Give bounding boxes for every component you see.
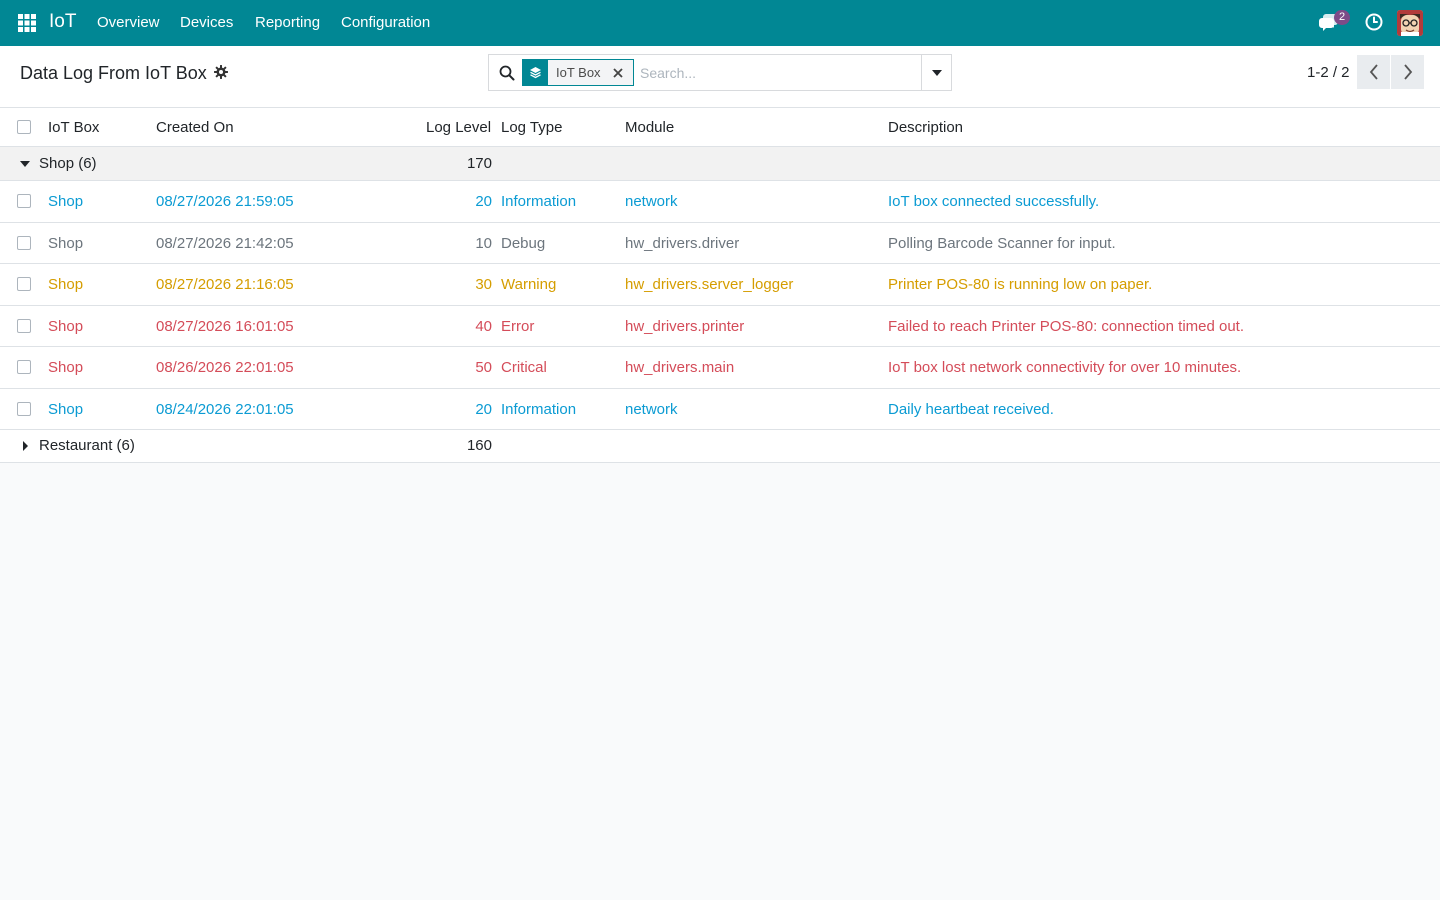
pager-value[interactable]: 1-2 / 2 — [1307, 63, 1350, 82]
cell-iot-box: Shop — [48, 234, 84, 252]
row-checkbox[interactable] — [17, 360, 31, 374]
search-input[interactable] — [640, 60, 920, 85]
cell-log-type: Debug — [501, 234, 546, 252]
cell-created-on: 08/27/2026 16:01:05 — [156, 317, 294, 335]
cell-log-level: 20 — [475, 400, 492, 418]
search-options-toggle[interactable] — [921, 55, 951, 90]
facet-remove-icon[interactable] — [610, 60, 626, 85]
cell-module: hw_drivers.driver — [625, 234, 740, 252]
menu-overview[interactable]: Overview — [97, 13, 160, 32]
cell-description: Printer POS-80 is running low on paper. — [888, 276, 1153, 293]
row-checkbox[interactable] — [17, 277, 31, 291]
group-label: Shop (6) — [39, 155, 97, 172]
cell-description: Polling Barcode Scanner for input. — [888, 234, 1116, 252]
cell-iot-box: Shop — [48, 317, 84, 335]
cell-log-type: Error — [501, 317, 535, 335]
list-header: IoT Box Created On Log Level Log Type Mo… — [0, 108, 1440, 147]
caret-down-icon — [931, 69, 942, 76]
avatar-face-icon — [1397, 10, 1423, 36]
column-created-on[interactable]: Created On — [156, 119, 234, 137]
app-brand[interactable]: IoT — [49, 11, 76, 33]
search-icon[interactable] — [499, 65, 515, 81]
row-checkbox[interactable] — [17, 318, 31, 333]
chevron-right-icon — [1403, 64, 1412, 80]
cell-created-on: 08/24/2026 22:01:05 — [156, 400, 294, 418]
cell-log-type: Information — [501, 400, 577, 418]
chevron-left-icon — [1369, 64, 1378, 80]
cell-created-on: 08/27/2026 21:59:05 — [156, 193, 294, 210]
cell-module: hw_drivers.main — [625, 359, 735, 376]
column-log-level[interactable]: Log Level — [426, 119, 491, 137]
layers-icon — [530, 67, 541, 79]
table-row[interactable]: Shop 08/27/2026 21:42:05 10 Debug hw_drivers… — [0, 223, 1440, 264]
group-log-level-sum: 170 — [466, 155, 492, 172]
log-list: IoT Box Created On Log Level Log Type Mo… — [0, 108, 1440, 463]
cell-description: Daily heartbeat received. — [888, 400, 1054, 418]
cell-log-level: 10 — [475, 234, 492, 252]
gear-icon[interactable] — [214, 65, 228, 79]
cell-log-type: Warning — [501, 276, 557, 293]
facet-label: IoT Box — [556, 65, 601, 80]
caret-down-icon — [20, 161, 30, 167]
cell-description: Failed to reach Printer POS-80: connecti… — [888, 317, 1245, 335]
clock-icon[interactable] — [1365, 13, 1383, 31]
cell-iot-box: Shop — [48, 400, 84, 418]
cell-description: IoT box connected successfully. — [888, 193, 1100, 210]
top-navbar: IoT Overview Devices Reporting Configura… — [0, 0, 1440, 46]
facet-icon-box — [523, 60, 548, 85]
cell-log-type: Critical — [501, 359, 547, 376]
chat-count-badge: 2 — [1334, 10, 1350, 25]
group-row-restaurant[interactable]: Restaurant (6) 160 — [0, 430, 1440, 463]
cell-log-level: 40 — [475, 317, 492, 335]
menu-devices[interactable]: Devices — [180, 13, 233, 32]
cell-description: IoT box lost network connectivity for ov… — [888, 359, 1242, 376]
column-log-type[interactable]: Log Type — [501, 119, 562, 137]
row-checkbox[interactable] — [17, 235, 31, 250]
cell-log-level: 20 — [475, 193, 492, 210]
pager-previous-button[interactable] — [1357, 55, 1390, 89]
page-title: Data Log From IoT Box — [20, 63, 207, 83]
table-row[interactable]: Shop 08/27/2026 21:16:05 30 Warning hw_drive… — [0, 264, 1440, 306]
table-row[interactable]: Shop 08/27/2026 21:59:05 20 Information netw… — [0, 181, 1440, 223]
table-row[interactable]: Shop 08/24/2026 22:01:05 20 Information netw… — [0, 389, 1440, 430]
cell-created-on: 08/27/2026 21:16:05 — [156, 276, 294, 293]
apps-grid-icon[interactable] — [18, 14, 36, 32]
cell-module: hw_drivers.server_logger — [625, 276, 794, 293]
user-avatar[interactable] — [1397, 10, 1423, 36]
cell-iot-box: Shop — [48, 276, 84, 293]
table-row[interactable]: Shop 08/26/2026 22:01:05 50 Critical hw_driv… — [0, 347, 1440, 389]
groupby-facet: IoT Box — [522, 59, 634, 86]
column-description[interactable]: Description — [888, 119, 963, 137]
menu-configuration[interactable]: Configuration — [341, 13, 430, 32]
search-bar: IoT Box — [488, 54, 952, 91]
control-panel: Data Log From IoT Box IoT Box Search... … — [0, 46, 1440, 108]
cell-log-level: 30 — [475, 276, 492, 293]
select-all-checkbox[interactable] — [17, 120, 31, 134]
menu-reporting[interactable]: Reporting — [255, 13, 320, 32]
pager-next-button[interactable] — [1391, 55, 1424, 89]
column-iot-box[interactable]: IoT Box — [48, 119, 99, 137]
column-module[interactable]: Module — [625, 119, 674, 137]
cell-created-on: 08/27/2026 21:42:05 — [156, 234, 294, 252]
caret-right-icon — [23, 441, 28, 451]
cell-created-on: 08/26/2026 22:01:05 — [156, 359, 294, 376]
cell-module: network — [625, 193, 678, 210]
group-label: Restaurant (6) — [39, 437, 135, 454]
group-log-level-sum: 160 — [466, 437, 492, 454]
table-row[interactable]: Shop 08/27/2026 16:01:05 40 Error hw_drivers… — [0, 306, 1440, 347]
cell-log-type: Information — [501, 193, 577, 210]
cell-iot-box: Shop — [48, 359, 84, 376]
cell-module: hw_drivers.printer — [625, 317, 745, 335]
row-checkbox[interactable] — [17, 401, 31, 416]
row-checkbox[interactable] — [17, 194, 31, 208]
cell-iot-box: Shop — [48, 193, 84, 210]
group-row-shop[interactable]: Shop (6) 170 — [0, 147, 1440, 181]
cell-log-level: 50 — [475, 359, 492, 376]
cell-module: network — [625, 400, 678, 418]
